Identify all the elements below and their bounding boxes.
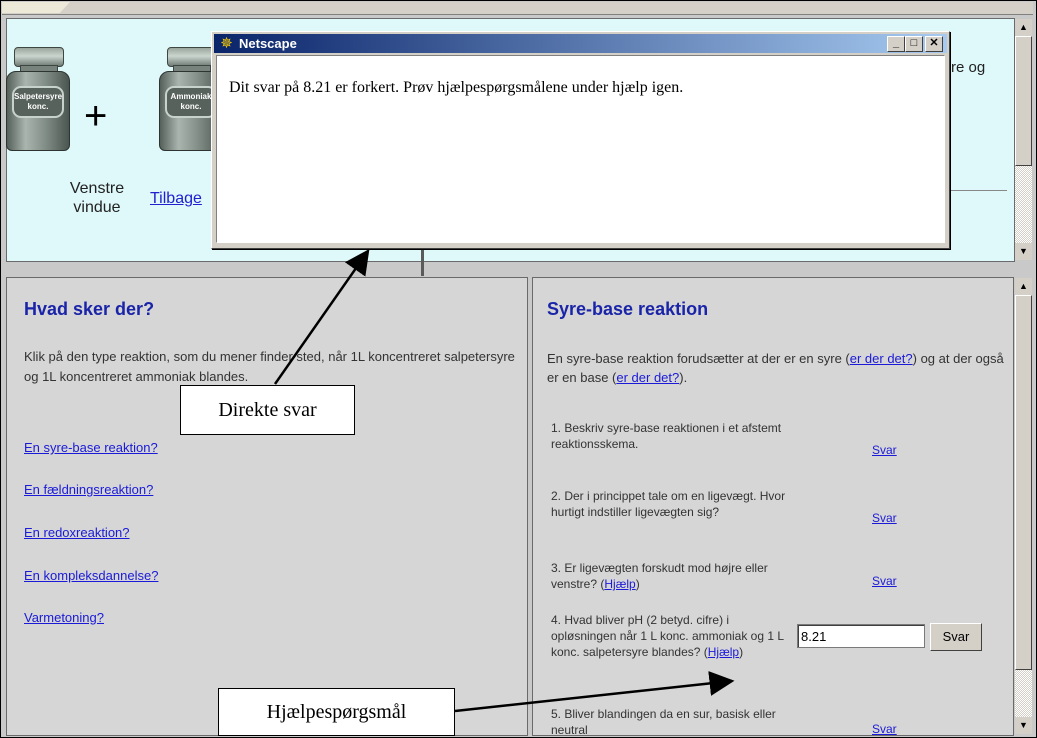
callout-hjaelpespoergsmaal: Hjælpespørgsmål	[218, 688, 455, 736]
arrow-hjaelp	[454, 670, 735, 713]
callout-direkte-svar: Direkte svar	[180, 385, 355, 435]
annotation-arrows	[273, 248, 735, 713]
arrow-direct-svar	[273, 248, 370, 385]
